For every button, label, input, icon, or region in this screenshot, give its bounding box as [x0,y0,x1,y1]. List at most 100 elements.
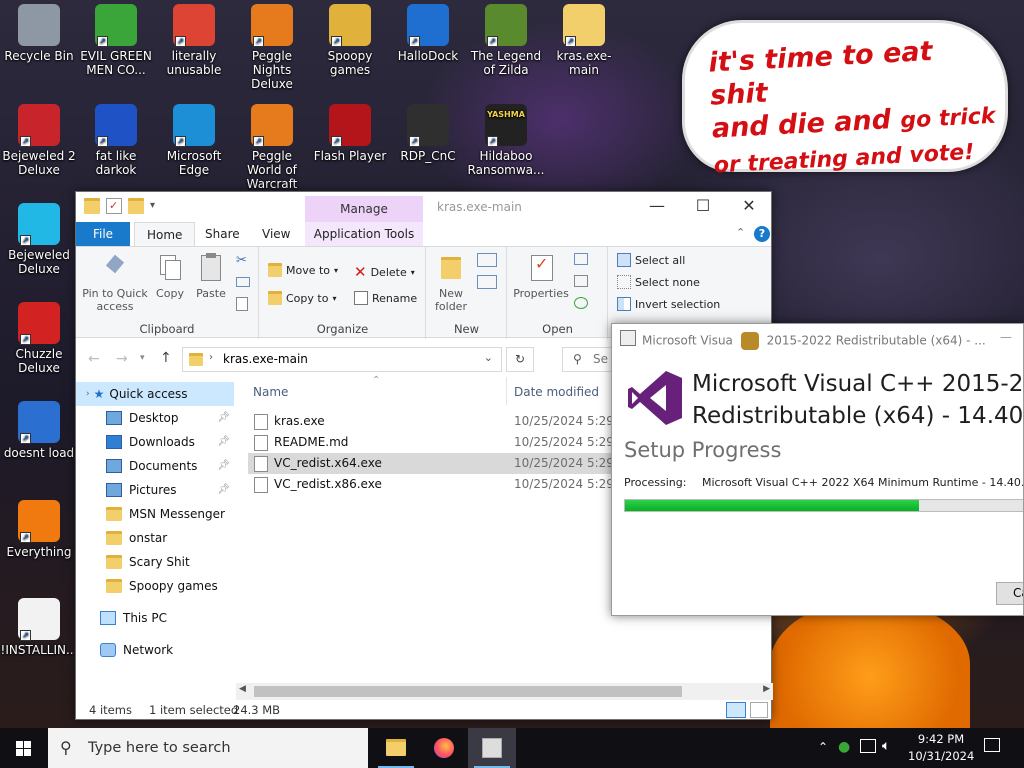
move-to-button[interactable]: Move to ▾ [268,263,338,277]
new-folder-icon[interactable] [128,198,144,214]
nav-item[interactable]: Pictures 📌︎ [76,478,234,502]
column-name[interactable]: Name [253,385,288,399]
volume-icon[interactable]: 🔈︎ [882,738,890,754]
desktop-icon[interactable]: ↗ Everything [0,500,78,559]
pin-icon[interactable]: 📌︎ [217,430,230,454]
notifications-icon[interactable] [984,738,1000,752]
nav-network[interactable]: Network [76,638,234,662]
copy-path-icon[interactable] [236,277,250,287]
desktop-icon[interactable]: ↗ !INSTALLIN... [0,598,78,657]
cancel-button[interactable]: Ca [996,582,1023,605]
properties-button[interactable]: ✓ Properties [512,253,570,300]
desktop-icon[interactable]: ↗ YASHMA Hildaboo Ransomwa... [467,104,545,177]
clock[interactable]: 9:42 PM 10/31/2024 [908,731,974,765]
invert-selection-button[interactable]: Invert selection [617,297,720,311]
desktop-icon[interactable]: ↗ The Legend of Zilda [467,4,545,77]
new-item-icon[interactable] [477,253,497,267]
scrollbar-thumb[interactable] [254,686,682,697]
select-none-button[interactable]: Select none [617,275,700,289]
expand-chevron-icon[interactable]: › [86,382,90,406]
tab-home[interactable]: Home [134,222,196,247]
address-dropdown-icon[interactable]: ⌄ [484,351,493,364]
maximize-button[interactable]: ☐ [680,192,726,222]
nav-quick-access[interactable]: › ★ Quick access [76,382,234,406]
easy-access-icon[interactable] [477,275,497,289]
address-bar[interactable]: › kras.exe-main ⌄ [182,347,502,372]
taskbar-file-explorer[interactable] [372,728,420,768]
desktop-icon[interactable]: ↗ Bejeweled Deluxe [0,203,78,276]
taskbar-firefox[interactable] [420,728,468,768]
new-folder-button[interactable]: New folder [431,253,471,313]
desktop-icon[interactable]: ↗ Bejeweled 2 Deluxe [0,104,78,177]
chevron-up-icon[interactable]: ⌃ [736,226,745,239]
rename-button[interactable]: Rename [354,291,417,305]
desktop-icon[interactable]: Recycle Bin [0,4,78,63]
nav-item[interactable]: MSN Messenger [76,502,234,526]
nav-item[interactable]: Scary Shit [76,550,234,574]
up-arrow-icon[interactable]: ↑ [160,350,172,366]
scroll-right-icon[interactable]: ▶ [763,684,770,694]
properties-check-icon[interactable]: ✓ [106,198,122,214]
desktop-icon[interactable]: ↗ fat like darkok [77,104,155,177]
column-date-modified[interactable]: Date modified [514,385,599,399]
pin-icon[interactable]: 📌︎ [217,406,230,430]
desktop-icon[interactable]: ↗ EVIL GREEN MEN CO... [77,4,155,77]
tab-file[interactable]: File [76,222,130,246]
pin-quick-access-button[interactable]: Pin to Quick access [82,253,148,313]
taskbar-installer[interactable] [468,728,516,768]
chevron-right-icon[interactable]: › [209,352,213,363]
desktop-icon[interactable]: ↗ Peggle World of Warcraft [233,104,311,191]
network-tray-icon[interactable] [860,739,876,753]
desktop-icon[interactable]: ↗ Chuzzle Deluxe [0,302,78,375]
recent-dropdown-icon[interactable]: ▾ [140,353,145,363]
user-status-icon[interactable]: ● [838,739,852,755]
desktop-icon[interactable]: ↗ doesnt load [0,401,78,460]
desktop-icon[interactable]: ↗ Peggle Nights Deluxe [233,4,311,91]
desktop-icon[interactable]: ↗ kras.exe-main [545,4,623,77]
tab-share[interactable]: Share [193,222,252,246]
desktop-icon[interactable]: ↗ literally unusable [155,4,233,77]
nav-this-pc[interactable]: This PC [76,606,234,630]
desktop-icon[interactable]: ↗ Microsoft Edge [155,104,233,177]
details-view-icon[interactable] [726,702,746,718]
history-icon[interactable] [574,297,588,309]
nav-item[interactable]: Downloads 📌︎ [76,430,234,454]
cut-icon[interactable]: ✂ [236,253,250,268]
desktop-icon[interactable]: ↗ HalloDock [389,4,467,63]
delete-button[interactable]: ✕ Delete ▾ [354,263,415,281]
horizontal-scrollbar[interactable]: ◀ ▶ [236,683,773,700]
paste-shortcut-icon[interactable] [236,297,248,311]
nav-item[interactable]: Desktop 📌︎ [76,406,234,430]
pin-icon[interactable]: 📌︎ [217,478,230,502]
select-all-button[interactable]: Select all [617,253,685,267]
explorer-titlebar[interactable]: ✓ ▾ Manage kras.exe-main — ☐ ✕ [76,192,771,222]
nav-item[interactable]: onstar [76,526,234,550]
vc-redist-installer-window[interactable]: Microsoft Visua 2015-2022 Redistributabl… [611,323,1024,616]
installer-close-button[interactable]: — [1000,330,1012,344]
refresh-button[interactable]: ↻ [506,347,534,372]
show-hidden-icons-icon[interactable]: ⌃ [818,740,828,754]
back-arrow-icon[interactable]: ← [88,351,100,367]
desktop-icon[interactable]: ↗ RDP_CnC [389,104,467,163]
tab-view[interactable]: View [250,222,302,246]
close-button[interactable]: ✕ [726,192,772,222]
tab-application-tools[interactable]: Application Tools [305,222,423,246]
edit-icon[interactable] [574,275,588,287]
desktop-icon[interactable]: ↗ Flash Player [311,104,389,163]
copy-button[interactable]: Copy [152,253,188,300]
paste-button[interactable]: Paste [192,253,230,300]
copy-to-button[interactable]: Copy to ▾ [268,291,336,305]
start-button[interactable] [0,728,48,768]
taskbar-search-input[interactable]: ⚲ Type here to search [48,728,368,768]
folder-icon[interactable] [84,198,100,214]
nav-item[interactable]: Documents 📌︎ [76,454,234,478]
pin-icon[interactable]: 📌︎ [217,454,230,478]
desktop-icon[interactable]: ↗ Spoopy games [311,4,389,77]
help-icon[interactable]: ? [754,226,770,242]
open-icon[interactable] [574,253,588,265]
nav-item[interactable]: Spoopy games [76,574,234,598]
large-icons-view-icon[interactable] [750,702,768,718]
minimize-button[interactable]: — [634,192,680,222]
qat-dropdown-icon[interactable]: ▾ [150,198,158,214]
scroll-left-icon[interactable]: ◀ [239,684,246,694]
